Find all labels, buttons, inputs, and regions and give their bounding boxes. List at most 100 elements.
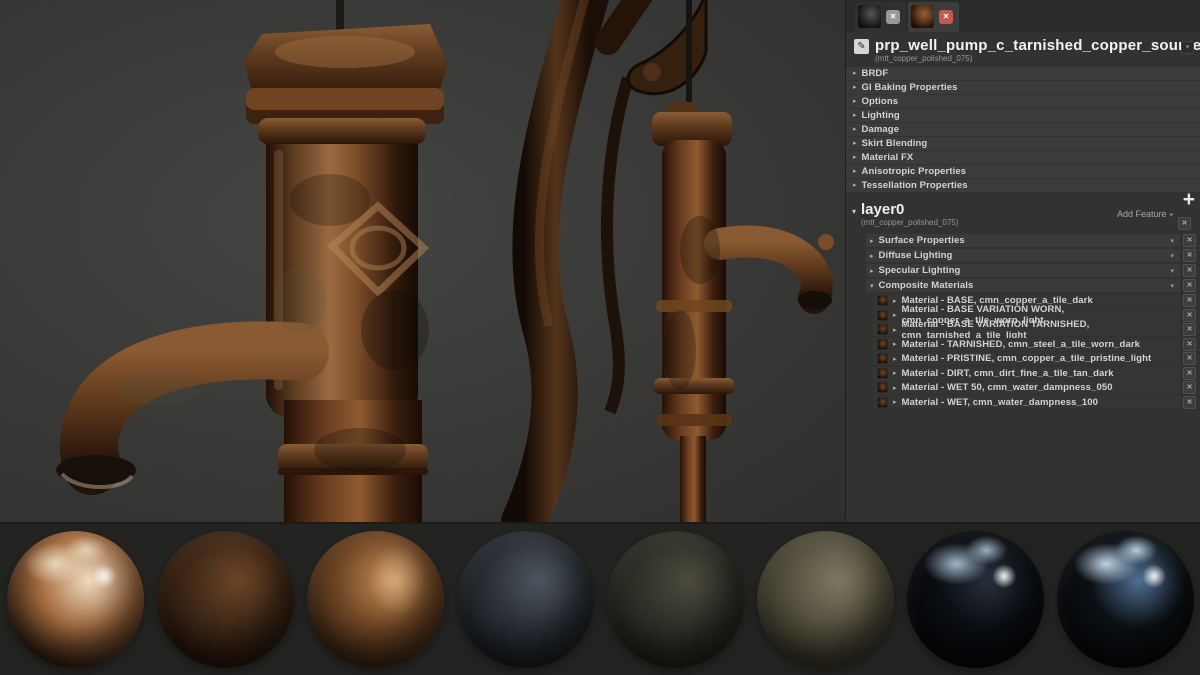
sphere-cell — [0, 524, 150, 675]
material-close-button[interactable]: ✕ — [1183, 294, 1196, 307]
material-close-button[interactable]: ✕ — [1183, 309, 1196, 322]
subsection-header[interactable]: ▸Surface Properties▾ — [866, 234, 1180, 247]
chevron-down-icon: ▾ — [1169, 212, 1173, 219]
collapsed-caret-icon: ▸ — [853, 123, 857, 136]
tab-close-icon[interactable]: ✕ — [939, 10, 953, 24]
chevron-down-icon[interactable]: ▾ — [1170, 267, 1174, 275]
subsection-close-button[interactable]: ✕ — [1183, 264, 1196, 277]
sphere-cell — [1050, 524, 1200, 675]
material-document-icon: ✎ — [854, 39, 869, 54]
subsection-close-button[interactable]: ✕ — [1183, 234, 1196, 247]
material-close-button[interactable]: ✕ — [1183, 381, 1196, 394]
section-header-material-fx[interactable]: ▸ Material FX — [846, 151, 1200, 164]
collapsed-caret-icon: ▸ — [893, 340, 897, 348]
chevron-down-icon[interactable]: ▾ — [1170, 282, 1174, 290]
add-feature-label: Add Feature — [1117, 209, 1167, 219]
material-row: ▸Material - WET, cmn_water_dampness_100✕ — [873, 396, 1200, 409]
sphere-cell — [600, 524, 750, 675]
material-preview-strip — [0, 522, 1200, 675]
collapsed-caret-icon: ▸ — [893, 297, 897, 305]
layer-subsection-list: ▸Surface Properties▾✕▸Diffuse Lighting▾✕… — [846, 234, 1200, 292]
section-header-gi-baking-properties[interactable]: ▸GI Baking Properties — [846, 81, 1200, 94]
collapsed-caret-icon: ▸ — [853, 179, 857, 192]
collapsed-caret-icon: ▸ — [853, 151, 857, 164]
material-sphere-worn-steel-dark[interactable] — [457, 531, 594, 668]
material-sphere-wet-black-50[interactable] — [907, 531, 1044, 668]
material-sphere-thumbnail — [877, 382, 888, 393]
section-label: Material FX — [862, 151, 914, 164]
section-header-brdf[interactable]: ▸BRDF — [846, 67, 1200, 80]
copper-sphere-thumbnail — [911, 5, 934, 28]
subsection-close-button[interactable]: ✕ — [1183, 249, 1196, 262]
material-tab-1[interactable]: ✕ — [855, 2, 906, 32]
layer-block: + ✕ ▾ layer0 (mtt_copper_polished_075) A… — [846, 195, 1200, 409]
material-editor-app: ✕✕ ✎ prp_well_pump_c_tarnished_copper_so… — [0, 0, 1200, 675]
layer-close-button[interactable]: ✕ — [1178, 217, 1191, 230]
material-close-button[interactable]: ✕ — [1183, 367, 1196, 380]
material-row-header[interactable]: ▸Material - BASE VARIATION TARNISHED, cm… — [873, 323, 1180, 336]
material-close-button[interactable]: ✕ — [1183, 396, 1196, 409]
collapsed-caret-icon: ▸ — [853, 95, 857, 108]
material-sphere-wet-black-100[interactable] — [1057, 531, 1194, 668]
subsection-header[interactable]: ▸Diffuse Lighting▾ — [866, 249, 1180, 262]
chevron-down-icon[interactable]: ▾ — [1170, 237, 1174, 245]
material-close-button[interactable]: ✕ — [1183, 323, 1196, 336]
title-dropdown-button[interactable]: ▾ — [1181, 41, 1194, 54]
section-label: Skirt Blending — [862, 137, 928, 150]
section-header-damage[interactable]: ▸Damage — [846, 123, 1200, 136]
layer-expand-icon[interactable]: ▾ — [852, 207, 856, 216]
collapsed-caret-icon: ▸ — [870, 252, 874, 260]
chevron-down-icon[interactable]: ▾ — [1170, 252, 1174, 260]
material-row: ▸Material - PRISTINE, cmn_copper_a_tile_… — [873, 352, 1200, 365]
material-sphere-thumbnail — [877, 310, 888, 321]
material-sphere-dark-olive-rough[interactable] — [607, 531, 744, 668]
section-label: Tessellation Properties — [862, 179, 968, 192]
section-header-lighting[interactable]: ▸Lighting — [846, 109, 1200, 122]
section-header-anisotropic-properties[interactable]: ▸Anisotropic Properties — [846, 165, 1200, 178]
property-section-list: ▸BRDF▸GI Baking Properties▸Options▸Light… — [846, 67, 1200, 192]
tab-close-icon[interactable]: ✕ — [886, 10, 900, 24]
material-row-header[interactable]: ▸Material - WET 50, cmn_water_dampness_0… — [873, 381, 1180, 394]
material-row-header[interactable]: ▸Material - PRISTINE, cmn_copper_a_tile_… — [873, 352, 1180, 365]
expanded-caret-icon: ▾ — [870, 282, 874, 290]
subsection-label: Surface Properties — [879, 235, 965, 246]
subsection-close-button[interactable]: ✕ — [1183, 279, 1196, 292]
material-tab-2[interactable]: ✕ — [908, 2, 959, 32]
material-label: Material - TARNISHED, cmn_steel_a_tile_w… — [902, 339, 1141, 350]
section-label: Options — [862, 95, 899, 108]
material-sphere-thumbnail — [877, 339, 888, 350]
material-sphere-thumbnail — [877, 368, 888, 379]
section-header-skirt-blending[interactable]: ▸Skirt Blending — [846, 137, 1200, 150]
collapsed-caret-icon: ▸ — [893, 398, 897, 406]
material-sphere-brushed-copper[interactable] — [307, 531, 444, 668]
section-header-tessellation-properties[interactable]: ▸ Tessellation Properties — [846, 179, 1200, 192]
material-row-header[interactable]: ▸Material - WET, cmn_water_dampness_100 — [873, 396, 1180, 409]
material-sphere-dirt-tan-rough[interactable] — [757, 531, 894, 668]
material-sphere-worn-copper-dark[interactable] — [157, 531, 294, 668]
material-row: ▸ Material - TARNISHED, cmn_steel_a_tile_… — [873, 338, 1200, 351]
subsection-header[interactable]: ▸Specular Lighting▾ — [866, 264, 1180, 277]
material-label: Material - WET 50, cmn_water_dampness_05… — [902, 382, 1113, 393]
sphere-cell — [900, 524, 1050, 675]
material-sphere-polished-copper[interactable] — [7, 531, 144, 668]
collapsed-caret-icon: ▸ — [853, 109, 857, 122]
viewport-3d-preview[interactable] — [0, 0, 845, 522]
material-row-header[interactable]: ▸ Material - TARNISHED, cmn_steel_a_tile_… — [873, 338, 1180, 351]
add-feature-button[interactable]: Add Feature▾ — [1117, 209, 1173, 219]
material-title-bar: ✎ prp_well_pump_c_tarnished_copper_sourc… — [846, 32, 1200, 66]
material-close-button[interactable]: ✕ — [1183, 338, 1196, 351]
material-row-header[interactable]: ▸Material - DIRT, cmn_dirt_fine_a_tile_t… — [873, 367, 1180, 380]
collapsed-caret-icon: ▸ — [893, 355, 897, 363]
sphere-cell — [750, 524, 900, 675]
add-layer-button[interactable]: + — [1183, 191, 1195, 209]
section-label: Anisotropic Properties — [862, 165, 967, 178]
material-row: ▸Material - BASE VARIATION TARNISHED, cm… — [873, 323, 1200, 336]
subsection-header[interactable]: ▾Composite Materials▾ — [866, 279, 1180, 292]
material-subtitle: (mtt_copper_polished_075) — [875, 54, 1181, 63]
subsection-row-diffuse-lighting: ▸Diffuse Lighting▾✕ — [866, 249, 1200, 262]
section-label: BRDF — [862, 67, 889, 80]
collapsed-caret-icon: ▸ — [893, 326, 897, 334]
material-close-button[interactable]: ✕ — [1183, 352, 1196, 365]
collapsed-caret-icon: ▸ — [870, 267, 874, 275]
section-header-options[interactable]: ▸ Options — [846, 95, 1200, 108]
